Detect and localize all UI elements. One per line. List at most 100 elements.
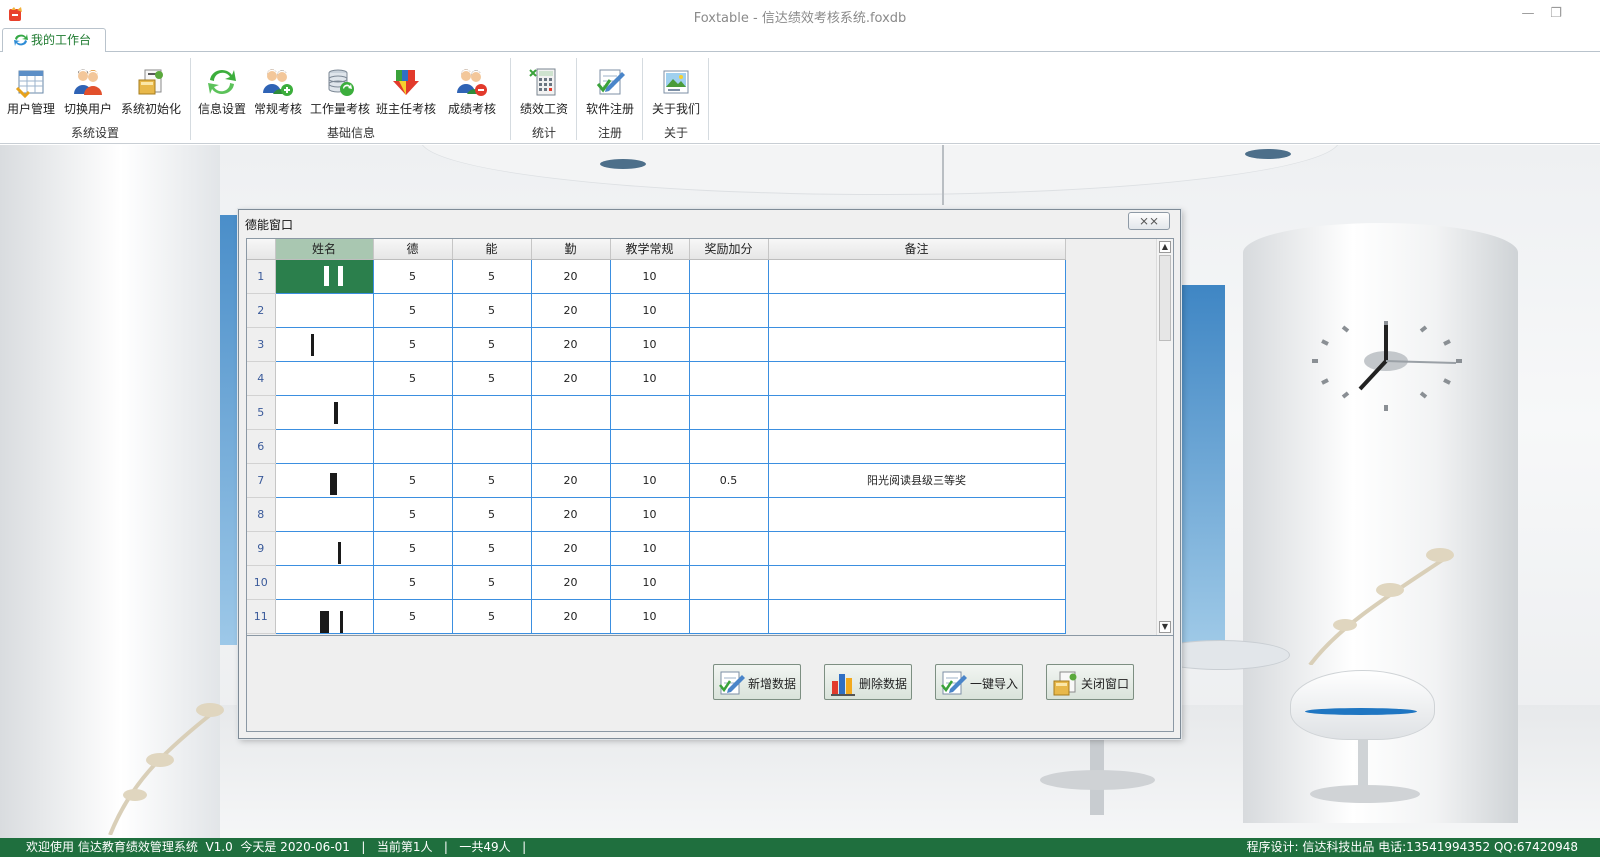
add-data-button[interactable]: 新增数据 xyxy=(713,664,801,700)
cell-qin[interactable]: 20 xyxy=(531,293,611,328)
cell-teaching-routine[interactable] xyxy=(610,429,690,464)
delete-data-button[interactable]: 删除数据 xyxy=(824,664,912,700)
cell-de[interactable]: 5 xyxy=(373,497,453,532)
cell-qin[interactable]: 20 xyxy=(531,361,611,396)
row-number[interactable]: 7 xyxy=(247,463,276,498)
cell-name[interactable] xyxy=(275,395,374,430)
cell-de[interactable]: 5 xyxy=(373,293,453,328)
close-window-button[interactable]: 关闭窗口 xyxy=(1046,664,1134,700)
cell-teaching-routine[interactable]: 10 xyxy=(610,259,690,294)
cell-qin[interactable]: 20 xyxy=(531,259,611,294)
cell-name[interactable] xyxy=(275,599,374,634)
cell-teaching-routine[interactable]: 10 xyxy=(610,599,690,634)
table-row[interactable]: 9 5 5 20 10 xyxy=(247,531,1066,566)
cell-remark[interactable] xyxy=(768,599,1066,634)
row-number[interactable]: 11 xyxy=(247,599,276,634)
cell-qin[interactable]: 20 xyxy=(531,463,611,498)
cell-name[interactable] xyxy=(275,531,374,566)
cell-teaching-routine[interactable] xyxy=(610,395,690,430)
row-number[interactable]: 4 xyxy=(247,361,276,396)
cell-bonus[interactable] xyxy=(689,327,769,362)
cell-de[interactable]: 5 xyxy=(373,327,453,362)
table-row[interactable]: 10 5 5 20 10 xyxy=(247,565,1066,600)
table-row[interactable]: 6 xyxy=(247,429,1066,464)
table-row[interactable]: 2 5 5 20 10 xyxy=(247,293,1066,328)
score-assessment-button[interactable]: 成绩考核 xyxy=(442,66,502,116)
workload-assessment-button[interactable]: 工作量考核 xyxy=(308,66,372,116)
row-number[interactable]: 10 xyxy=(247,565,276,600)
cell-name[interactable] xyxy=(275,565,374,600)
row-number[interactable]: 3 xyxy=(247,327,276,362)
cell-bonus[interactable] xyxy=(689,565,769,600)
about-us-button[interactable]: 关于我们 xyxy=(648,66,704,116)
cell-qin[interactable]: 20 xyxy=(531,599,611,634)
one-click-import-button[interactable]: 一键导入 xyxy=(935,664,1023,700)
column-header-qin[interactable]: 勤 xyxy=(531,239,611,260)
cell-bonus[interactable] xyxy=(689,599,769,634)
scroll-down-arrow[interactable]: ▼ xyxy=(1159,621,1171,633)
cell-de[interactable]: 5 xyxy=(373,599,453,634)
cell-bonus[interactable] xyxy=(689,361,769,396)
minimize-button[interactable]: — xyxy=(1515,5,1541,23)
cell-qin[interactable] xyxy=(531,395,611,430)
cell-qin[interactable]: 20 xyxy=(531,497,611,532)
info-settings-button[interactable]: 信息设置 xyxy=(196,66,248,116)
table-row[interactable]: 7 5 5 20 10 0.5 阳光阅读县级三等奖 xyxy=(247,463,1066,498)
cell-teaching-routine[interactable]: 10 xyxy=(610,463,690,498)
switch-user-button[interactable]: 切换用户 xyxy=(62,66,114,116)
cell-bonus[interactable] xyxy=(689,293,769,328)
grid-corner[interactable] xyxy=(247,239,276,260)
cell-name[interactable] xyxy=(275,463,374,498)
cell-neng[interactable]: 5 xyxy=(452,327,532,362)
cell-bonus[interactable] xyxy=(689,429,769,464)
cell-neng[interactable]: 5 xyxy=(452,599,532,634)
cell-neng[interactable]: 5 xyxy=(452,497,532,532)
cell-name[interactable] xyxy=(275,429,374,464)
cell-bonus[interactable] xyxy=(689,531,769,566)
cell-teaching-routine[interactable]: 10 xyxy=(610,293,690,328)
cell-teaching-routine[interactable]: 10 xyxy=(610,327,690,362)
performance-pay-button[interactable]: 绩效工资 xyxy=(516,66,572,116)
cell-de[interactable] xyxy=(373,395,453,430)
cell-teaching-routine[interactable]: 10 xyxy=(610,497,690,532)
cell-teaching-routine[interactable]: 10 xyxy=(610,565,690,600)
table-row[interactable]: 8 5 5 20 10 xyxy=(247,497,1066,532)
cell-qin[interactable]: 20 xyxy=(531,327,611,362)
cell-teaching-routine[interactable]: 10 xyxy=(610,361,690,396)
cell-remark[interactable] xyxy=(768,565,1066,600)
column-header-neng[interactable]: 能 xyxy=(452,239,532,260)
cell-neng[interactable]: 5 xyxy=(452,565,532,600)
cell-name[interactable] xyxy=(275,497,374,532)
software-register-button[interactable]: 软件注册 xyxy=(582,66,638,116)
cell-remark[interactable] xyxy=(768,361,1066,396)
cell-de[interactable] xyxy=(373,429,453,464)
cell-name[interactable] xyxy=(275,327,374,362)
cell-de[interactable]: 5 xyxy=(373,463,453,498)
column-header-name[interactable]: 姓名 xyxy=(275,239,374,260)
cell-neng[interactable]: 5 xyxy=(452,361,532,396)
row-number[interactable]: 6 xyxy=(247,429,276,464)
cell-remark[interactable] xyxy=(768,327,1066,362)
cell-name[interactable] xyxy=(275,293,374,328)
table-row[interactable]: 1 5 5 20 10 xyxy=(247,259,1066,294)
cell-bonus[interactable] xyxy=(689,259,769,294)
cell-qin[interactable]: 20 xyxy=(531,565,611,600)
table-row[interactable]: 3 5 5 20 10 xyxy=(247,327,1066,362)
row-number[interactable]: 1 xyxy=(247,259,276,294)
cell-teaching-routine[interactable]: 10 xyxy=(610,531,690,566)
cell-remark[interactable] xyxy=(768,259,1066,294)
cell-bonus[interactable] xyxy=(689,395,769,430)
cell-remark[interactable] xyxy=(768,429,1066,464)
cell-remark[interactable] xyxy=(768,395,1066,430)
row-number[interactable]: 5 xyxy=(247,395,276,430)
column-header-remark[interactable]: 备注 xyxy=(768,239,1066,260)
cell-name[interactable] xyxy=(275,259,374,294)
cell-remark[interactable]: 阳光阅读县级三等奖 xyxy=(768,463,1066,498)
cell-neng[interactable]: 5 xyxy=(452,531,532,566)
cell-name[interactable] xyxy=(275,361,374,396)
scroll-thumb[interactable] xyxy=(1159,255,1171,341)
cell-de[interactable]: 5 xyxy=(373,531,453,566)
table-row[interactable]: 4 5 5 20 10 xyxy=(247,361,1066,396)
cell-neng[interactable]: 5 xyxy=(452,463,532,498)
row-number[interactable]: 9 xyxy=(247,531,276,566)
